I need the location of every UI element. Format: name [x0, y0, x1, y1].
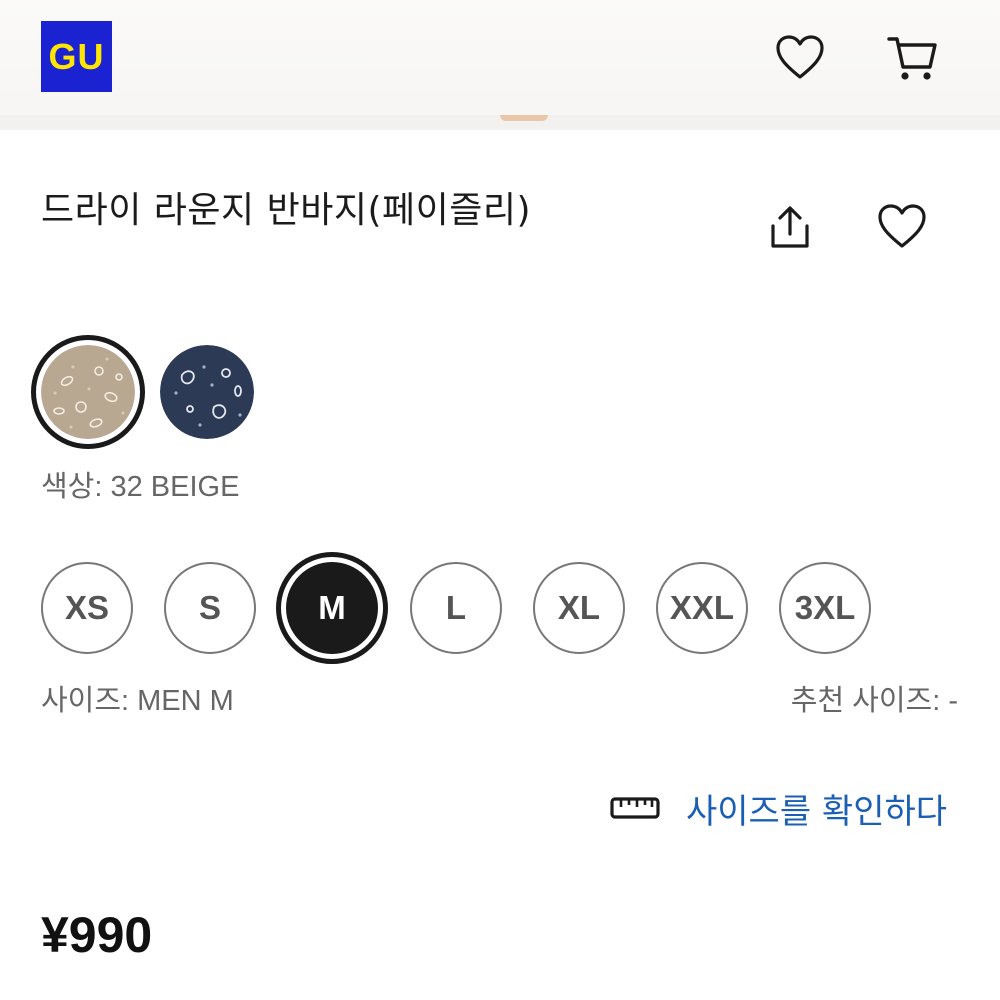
share-icon	[771, 206, 809, 248]
size-option-xxl[interactable]: XXL	[656, 562, 748, 654]
selected-size-label: 사이즈: MEN M	[41, 685, 234, 717]
size-label: XS	[64, 589, 110, 626]
beige-paisley-swatch	[41, 345, 135, 439]
cart-icon	[887, 37, 937, 80]
size-option-s[interactable]: S	[164, 562, 256, 654]
size-label: 3XL	[794, 589, 856, 626]
hero-image-edge	[0, 115, 1000, 130]
logo-text: GU	[48, 35, 105, 77]
check-size-text: 사이즈를 확인하다	[686, 791, 948, 832]
selected-size-fill: M	[286, 562, 378, 654]
size-label: XXL	[669, 589, 735, 626]
heart-icon	[776, 35, 824, 79]
recommended-size-label: 추천 사이즈: -	[790, 685, 958, 717]
size-option-xs[interactable]: XS	[41, 562, 133, 654]
size-label: L	[445, 589, 467, 626]
size-option-l[interactable]: L	[410, 562, 502, 654]
size-option-3xl[interactable]: 3XL	[779, 562, 871, 654]
share-button[interactable]	[760, 197, 820, 257]
color-swatch-beige[interactable]	[31, 335, 145, 449]
size-label: XL	[557, 589, 601, 626]
app-header: GU	[0, 0, 1000, 130]
size-label: M	[318, 589, 346, 626]
cart-button[interactable]	[884, 30, 940, 86]
product-title: 드라이 라운지 반바지(페이즐리)	[41, 190, 532, 231]
color-swatch-navy[interactable]	[160, 345, 254, 439]
color-label: 색상: 32 BEIGE	[41, 471, 240, 503]
size-option-xl[interactable]: XL	[533, 562, 625, 654]
size-label: S	[198, 589, 221, 626]
heart-icon	[878, 204, 926, 248]
size-option-m[interactable]: M	[276, 552, 388, 664]
product-price: ¥990	[41, 907, 153, 963]
favorite-button[interactable]	[872, 197, 932, 257]
wishlist-heart-button[interactable]	[772, 30, 828, 86]
ruler-icon	[610, 797, 660, 819]
navy-paisley-swatch	[160, 345, 254, 439]
gu-logo[interactable]: GU	[41, 21, 112, 92]
check-size-link[interactable]: 사이즈를 확인하다	[610, 780, 947, 836]
